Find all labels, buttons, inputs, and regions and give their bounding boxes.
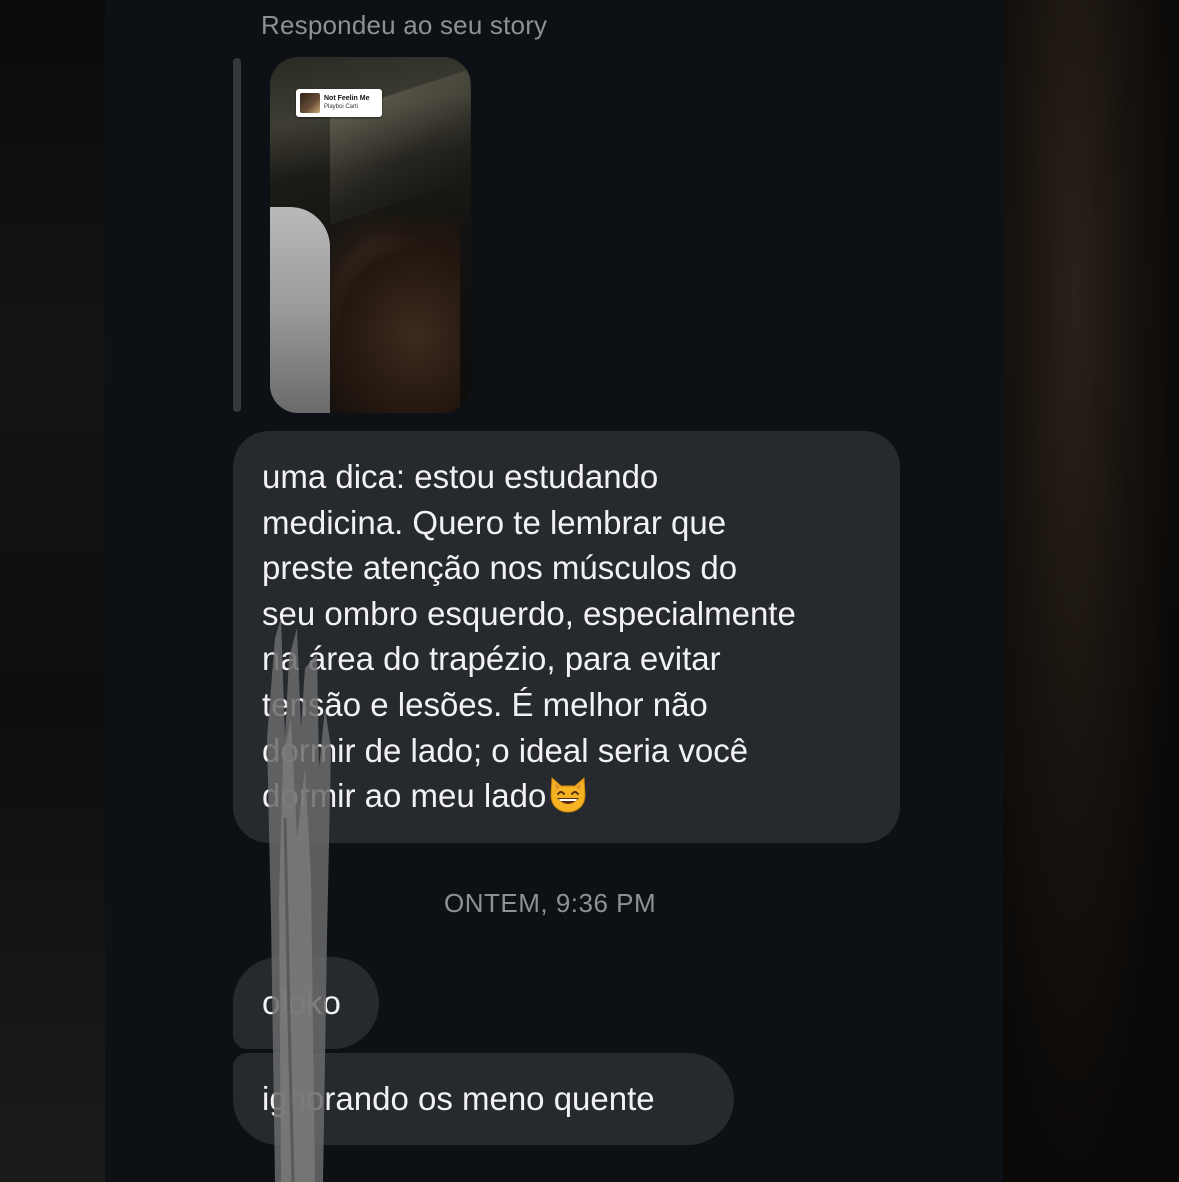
message-text: ignorando os meno quente (262, 1080, 655, 1117)
message-line: seu ombro esquerdo, especialmente (262, 594, 796, 632)
story-reply-caption: Respondeu ao seu story (261, 10, 548, 40)
blurred-right-border (1003, 0, 1179, 1182)
message-line: preste atenção nos músculos do (262, 549, 738, 587)
conversation-timestamp: ONTEM, 9:36 PM (444, 888, 657, 918)
message-line: uma dica: estou estudando (262, 458, 659, 495)
story-photo-hair (310, 217, 460, 413)
screenshot-backdrop: Respondeu ao seu story Not Feelin Me Pla… (0, 0, 1179, 1182)
music-title: Not Feelin Me (324, 95, 370, 102)
music-artist: Playboi Carti (324, 104, 359, 110)
message-line-last: dormir ao meu lado (262, 773, 870, 819)
blurred-left-border (0, 0, 105, 1182)
story-photo-shirt (270, 207, 330, 413)
music-sticker[interactable]: Not Feelin Me Playboi Carti (296, 89, 382, 117)
grinning-cat-emoji-icon (550, 777, 586, 813)
story-quote-bar (233, 58, 241, 412)
dm-conversation[interactable]: Respondeu ao seu story Not Feelin Me Pla… (105, 0, 1003, 1182)
message-line: na área do trapézio, para evitar (262, 640, 721, 678)
message-bubble-received[interactable]: uma dica: estou estudando medicina. Quer… (233, 431, 900, 843)
message-bubble-received[interactable]: oloko (233, 957, 379, 1049)
story-thumbnail[interactable]: Not Feelin Me Playboi Carti (270, 57, 471, 413)
album-art-icon (300, 93, 320, 113)
message-line: tensão e lesões. É melhor não (262, 685, 708, 723)
music-sticker-text: Not Feelin Me Playboi Carti (324, 94, 370, 112)
message-line: medicina. Quero te lembrar que (262, 503, 727, 541)
message-bubble-received[interactable]: ignorando os meno quente (233, 1053, 734, 1145)
message-text: oloko (262, 984, 341, 1021)
message-line-text: dormir ao meu lado (262, 777, 547, 815)
message-line: dormir de lado; o ideal seria você (262, 731, 749, 769)
